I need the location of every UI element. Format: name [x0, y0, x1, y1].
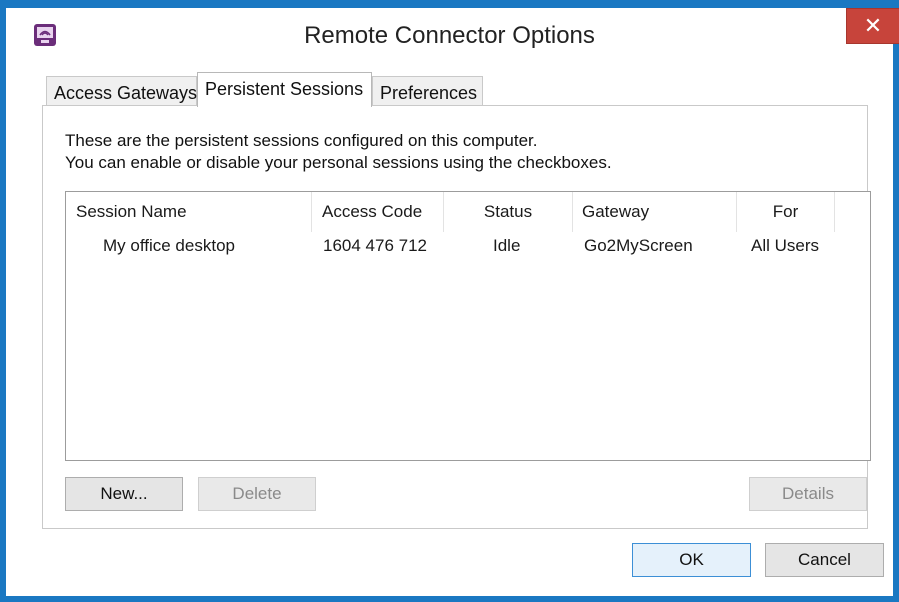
window-title: Remote Connector Options — [304, 22, 595, 49]
cell-session-name: My office desktop — [103, 236, 235, 255]
panel-description: These are the persistent sessions config… — [65, 130, 612, 174]
ok-button[interactable]: OK — [632, 543, 751, 577]
table-row[interactable]: My office desktop 1604 476 712 Idle Go2M… — [66, 236, 870, 260]
details-button[interactable]: Details — [749, 477, 867, 511]
cell-status: Idle — [493, 236, 521, 255]
delete-session-button[interactable]: Delete — [198, 477, 316, 511]
window-border-right — [893, 0, 899, 602]
column-header-status[interactable]: Status — [444, 192, 573, 232]
persistent-sessions-panel: These are the persistent sessions config… — [42, 105, 871, 529]
window-border-top — [0, 0, 899, 8]
sessions-list[interactable]: Session Name Access Code Status Gateway … — [65, 191, 871, 461]
description-line-2: You can enable or disable your personal … — [65, 153, 612, 172]
cell-for: All Users — [751, 236, 820, 255]
cell-gateway: Go2MyScreen — [584, 236, 693, 255]
column-header-gateway[interactable]: Gateway — [573, 192, 737, 232]
window-border-bottom — [0, 596, 899, 602]
column-header-session-name[interactable]: Session Name — [66, 192, 312, 232]
close-button[interactable]: ✕ — [846, 8, 899, 44]
new-session-button[interactable]: New... — [65, 477, 183, 511]
close-icon: ✕ — [863, 13, 883, 38]
dialog-client-area: Access Gateways Persistent Sessions Pref… — [6, 64, 893, 596]
column-header-for[interactable]: For — [737, 192, 835, 232]
title-bar[interactable]: Remote Connector Options ✕ — [6, 8, 899, 64]
description-line-1: These are the persistent sessions config… — [65, 131, 538, 150]
column-header-filler — [835, 192, 870, 232]
sessions-list-header: Session Name Access Code Status Gateway … — [66, 192, 870, 232]
remote-connector-options-window: Remote Connector Options ✕ Access Gatewa… — [0, 0, 899, 602]
cell-access-code: 1604 476 712 — [323, 236, 427, 255]
column-header-access-code[interactable]: Access Code — [312, 192, 444, 232]
tab-persistent-sessions[interactable]: Persistent Sessions — [197, 72, 372, 107]
cancel-button[interactable]: Cancel — [765, 543, 884, 577]
tab-preferences[interactable]: Preferences — [372, 76, 483, 106]
tab-access-gateways[interactable]: Access Gateways — [46, 76, 197, 106]
